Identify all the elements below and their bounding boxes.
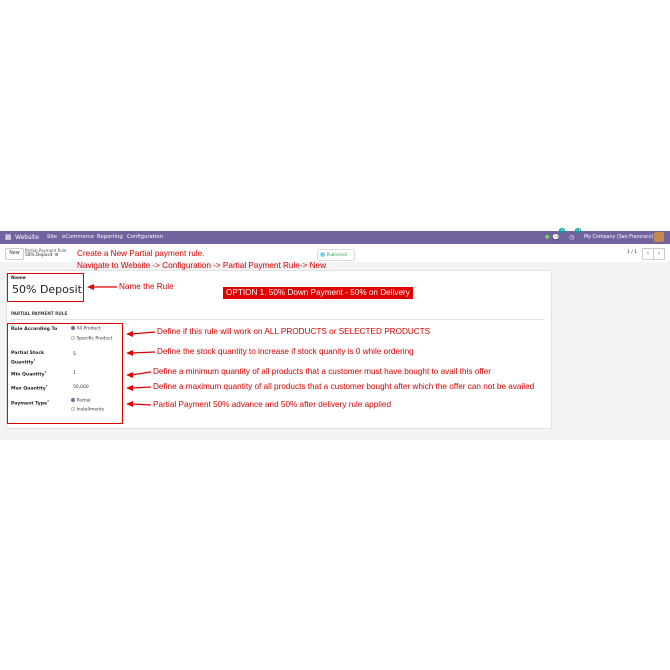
- min-quantity-label-text: Min Quantity: [11, 372, 45, 378]
- app-name[interactable]: Website: [15, 231, 39, 244]
- annotation-option-badge: OPTION 1. 50% Down Payment - 50% on Deli…: [223, 287, 413, 299]
- rule-option-all[interactable]: All Product: [71, 326, 101, 332]
- name-input[interactable]: 50% Deposit: [12, 283, 82, 297]
- rule-option-specific-label: Specific Product: [76, 336, 113, 342]
- chat-badge: 10: [559, 228, 566, 233]
- menu-reporting[interactable]: Reporting: [97, 231, 123, 244]
- annotation-name-rule: Name the Rule: [119, 282, 174, 291]
- payment-type-label: Payment Type?: [11, 398, 49, 408]
- min-quantity-label: Min Quantity?: [11, 369, 46, 379]
- partial-stock-label-line2: Quantity?: [11, 357, 44, 367]
- rule-option-all-label: All Product: [76, 326, 101, 332]
- annotation-rule-according: Define if this rule will work on ALL PRO…: [157, 327, 431, 336]
- partial-stock-value[interactable]: 5: [73, 352, 76, 357]
- partial-stock-label: Partial Stock Quantity?: [11, 351, 44, 367]
- radio-checked-icon: [71, 398, 75, 402]
- new-button[interactable]: New: [5, 248, 24, 260]
- globe-icon: 🌐: [320, 252, 326, 257]
- max-quantity-label: Max Quantity?: [11, 383, 48, 393]
- menu-configuration[interactable]: Configuration: [127, 231, 163, 244]
- name-label: Name: [11, 276, 26, 281]
- apps-grid-icon[interactable]: ▦: [5, 231, 12, 244]
- help-icon[interactable]: ?: [46, 384, 48, 388]
- annotation-max: Define a maximum quantity of all product…: [153, 382, 535, 391]
- top-navbar: ▦ Website Site eCommerce Reporting Confi…: [0, 228, 670, 244]
- pager-next-button[interactable]: ›: [653, 248, 665, 260]
- breadcrumb-current-label: 50% Deposit: [25, 253, 53, 258]
- max-quantity-label-text: Max Quantity: [11, 386, 46, 392]
- min-quantity-value[interactable]: 1: [73, 371, 76, 376]
- user-avatar[interactable]: [654, 232, 664, 242]
- radio-checked-icon: [71, 326, 75, 330]
- radio-unchecked-icon: [71, 407, 75, 411]
- help-icon[interactable]: ?: [45, 370, 47, 374]
- max-quantity-value[interactable]: 50,000: [73, 385, 89, 390]
- annotation-payment: Partial Payment 50% advance and 50% afte…: [153, 400, 392, 409]
- activity-clock-icon[interactable]: ◷: [569, 231, 574, 244]
- rule-according-label: Rule According To: [11, 327, 58, 332]
- published-label: Published: [326, 252, 347, 257]
- pager-value: 1 / 1: [627, 250, 638, 255]
- annotation-min: Define a minimum quantity of all product…: [153, 367, 491, 376]
- menu-site[interactable]: Site: [47, 231, 57, 244]
- section-divider: [11, 319, 545, 320]
- payment-option-installments-label: Installments: [76, 407, 105, 413]
- activity-badge: 24: [575, 228, 582, 233]
- section-title: PARTIAL PAYMENT RULE: [11, 311, 68, 316]
- payment-type-label-text: Payment Type: [11, 401, 48, 407]
- payment-option-installments[interactable]: Installments: [71, 407, 104, 413]
- rule-option-specific[interactable]: Specific Product: [71, 336, 112, 342]
- annotation-create-line2: Navigate to Website -> Configuration -> …: [77, 261, 327, 270]
- annotation-stock: Define the stock quantity to increase if…: [157, 347, 414, 356]
- radio-unchecked-icon: [71, 336, 75, 340]
- status-dot-icon[interactable]: ●: [545, 231, 549, 244]
- annotation-create-line1: Create a New Partial payment rule.: [77, 249, 205, 258]
- partial-stock-label-text: Quantity: [11, 360, 34, 366]
- gear-icon[interactable]: ⚙: [55, 253, 59, 258]
- breadcrumb-current: 50% Deposit ⚙: [25, 253, 59, 258]
- help-icon[interactable]: ?: [47, 399, 49, 403]
- chat-icon[interactable]: 💬: [552, 231, 559, 244]
- help-icon[interactable]: ?: [34, 358, 36, 362]
- published-toggle[interactable]: 🌐 Published: [317, 249, 355, 261]
- menu-ecommerce[interactable]: eCommerce: [62, 231, 94, 244]
- payment-option-partial-label: Partial: [76, 398, 91, 404]
- company-switcher[interactable]: My Company (San Francisco): [584, 231, 654, 244]
- payment-option-partial[interactable]: Partial: [71, 398, 91, 404]
